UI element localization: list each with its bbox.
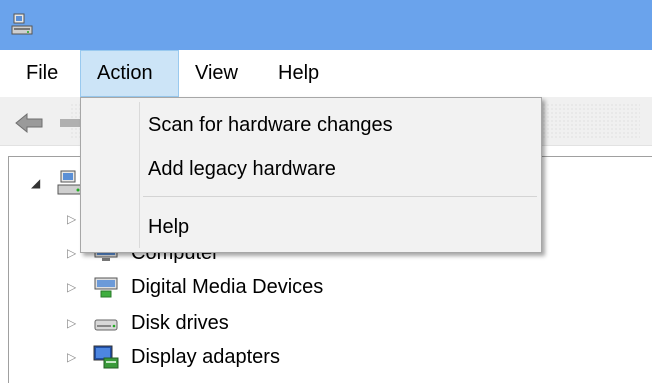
- expand-arrow-icon[interactable]: ▷: [67, 350, 77, 364]
- expand-arrow-icon[interactable]: ▷: [67, 316, 77, 330]
- menu-file[interactable]: File: [14, 50, 70, 97]
- display-adapter-icon: [91, 344, 121, 370]
- forward-arrow-icon[interactable]: [60, 112, 80, 134]
- collapse-arrow-icon[interactable]: ◢: [31, 176, 41, 190]
- menu-view[interactable]: View: [183, 50, 250, 97]
- expand-arrow-icon[interactable]: ▷: [67, 280, 77, 294]
- media-device-icon: [91, 274, 121, 300]
- add-legacy-hardware-item[interactable]: Add legacy hardware: [81, 149, 541, 189]
- tree-item-display-adapters[interactable]: ▷ Display adapters: [67, 339, 280, 375]
- tree-item-label: Display adapters: [131, 345, 280, 368]
- menu-help[interactable]: Help: [266, 50, 331, 97]
- tree-item-disk-drives[interactable]: ▷ Disk drives: [67, 305, 229, 341]
- disk-drive-icon: [91, 310, 121, 336]
- help-item[interactable]: Help: [81, 207, 541, 247]
- menu-action[interactable]: Action: [80, 50, 179, 97]
- title-bar: [0, 0, 652, 50]
- menu-bar: File Action View Help: [0, 50, 652, 97]
- tree-item-label: Digital Media Devices: [131, 275, 324, 298]
- tree-item-digital-media-devices[interactable]: ▷ Digital Media Devices: [67, 269, 323, 305]
- menu-separator: [143, 196, 537, 197]
- expand-arrow-icon[interactable]: ▷: [67, 212, 77, 226]
- scan-for-hardware-changes-item[interactable]: Scan for hardware changes: [81, 105, 541, 145]
- back-arrow-icon[interactable]: [14, 112, 44, 134]
- tree-item-label: Disk drives: [131, 311, 229, 334]
- device-manager-icon: [11, 13, 33, 35]
- expand-arrow-icon[interactable]: ▷: [67, 246, 77, 260]
- action-dropdown-menu: Scan for hardware changes Add legacy har…: [80, 97, 542, 253]
